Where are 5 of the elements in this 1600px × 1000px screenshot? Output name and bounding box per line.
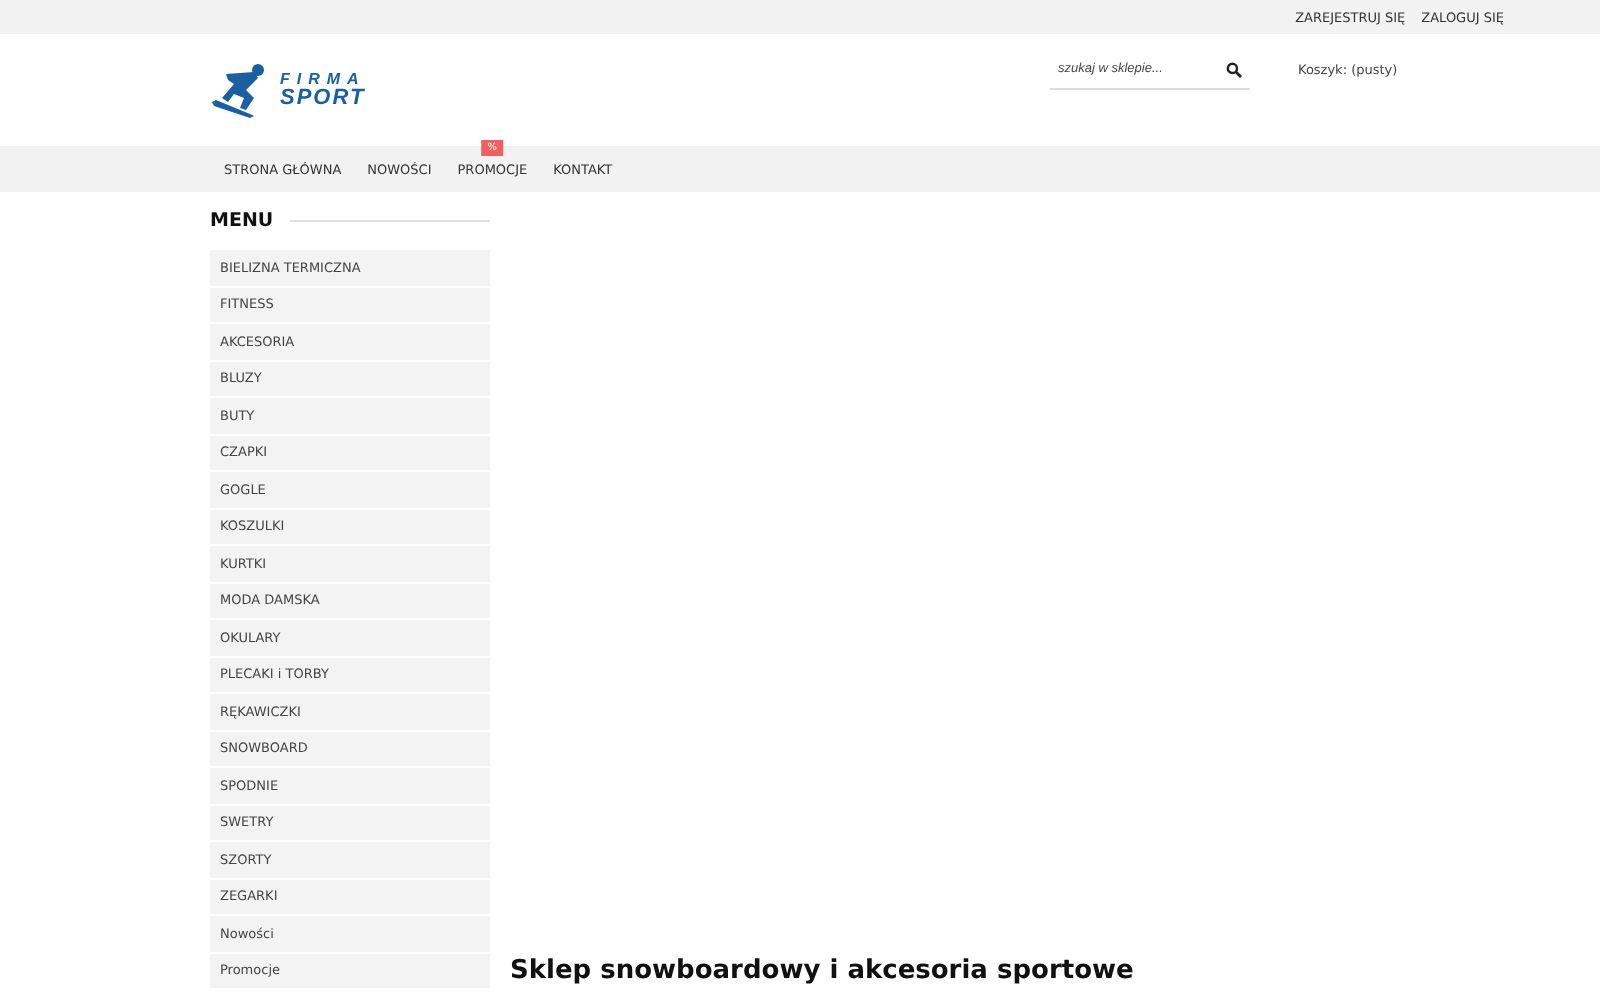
page-heading: Sklep snowboardowy i akcesoria sportowe: [510, 956, 1134, 986]
logo-text: FIRMA: [280, 71, 366, 87]
logo-text: SPORT: [280, 87, 366, 109]
search-icon[interactable]: [1226, 61, 1242, 77]
menu-title: MENU: [210, 210, 274, 232]
